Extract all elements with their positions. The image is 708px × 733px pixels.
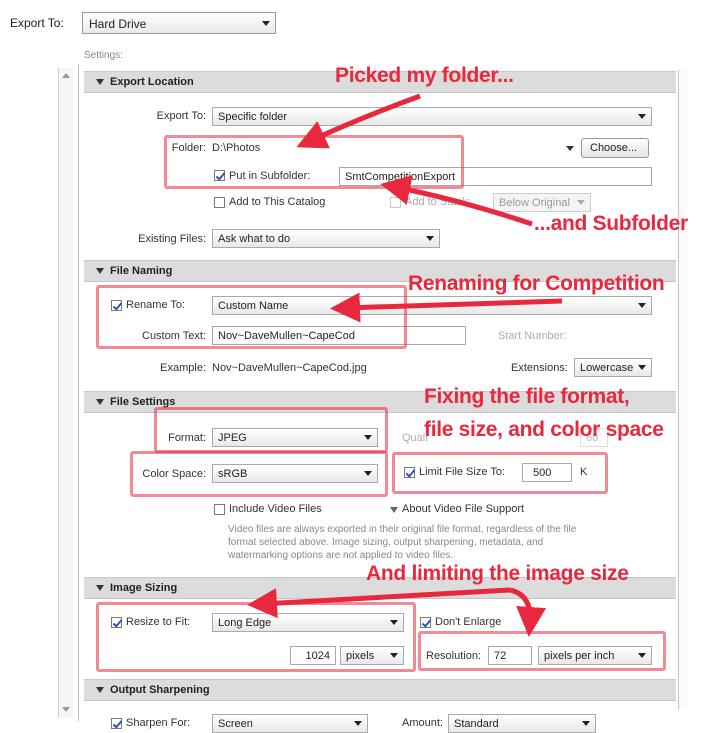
annotation-and-subfolder: ...and Subfolder	[534, 212, 688, 235]
arrow-to-rename	[330, 292, 563, 323]
annotation-renaming: Renaming for Competition	[408, 272, 665, 295]
arrow-to-subfolder	[380, 175, 533, 227]
arrow-to-resize	[247, 587, 511, 619]
annotation-picked-folder: Picked my folder...	[335, 64, 514, 87]
annotation-limiting: And limiting the image size	[366, 562, 629, 585]
arrow-to-resolution	[509, 587, 547, 637]
annotation-arrows	[247, 93, 563, 637]
arrow-to-folder	[296, 93, 421, 149]
annotation-fixing-line1: Fixing the file format,	[424, 385, 630, 408]
annotation-fixing-line2: file size, and color space	[424, 418, 664, 441]
